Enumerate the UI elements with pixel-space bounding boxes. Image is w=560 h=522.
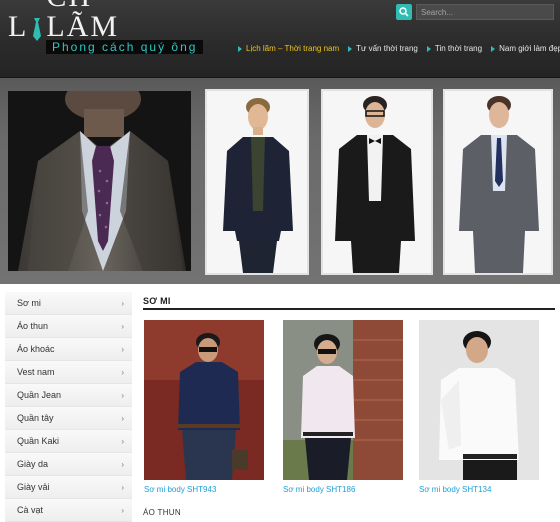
search-input[interactable] [416, 4, 554, 20]
banner-photo-model-navy-blazer[interactable] [205, 89, 309, 275]
sidebar-item-label: Vest nam [17, 367, 55, 377]
main-nav: Lịch lãm – Thời trang nam Tư vấn thời tr… [238, 44, 560, 53]
sidebar-item-ao-khoac[interactable]: Áo khoác › [5, 338, 132, 361]
site-logo[interactable]: L CH LÃM Phong cách quý ông [8, 0, 204, 57]
product-name-link[interactable]: Sơ mi body SHT186 [283, 485, 403, 494]
sidebar-item-label: Giày da [17, 459, 49, 469]
sidebar-item-label: Cà vạt [17, 505, 44, 515]
product-name-link[interactable]: Sơ mi body SHT134 [419, 485, 539, 494]
sidebar-item-label: Quần tây [17, 413, 54, 423]
chevron-right-icon: › [121, 390, 124, 400]
sidebar-item-label: Áo thun [17, 321, 49, 331]
sidebar-item-label: Quần Kaki [17, 436, 60, 446]
bullet-arrow-icon [348, 45, 353, 52]
bullet-arrow-icon [426, 45, 431, 52]
site-header: L CH LÃM Phong cách quý ông Lịch lãm – T… [0, 0, 560, 78]
product-image[interactable] [283, 320, 403, 480]
chevron-right-icon: › [121, 344, 124, 354]
product-card[interactable]: Sơ mi body SHT943 [144, 320, 264, 494]
logo-tagline: Phong cách quý ông [46, 40, 204, 54]
sidebar-item-label: Giày vải [17, 482, 50, 492]
sidebar-item-ao-thun[interactable]: Áo thun › [5, 315, 132, 338]
category-sidebar: Sơ mi › Áo thun › Áo khoác › Vest nam › Quần… [5, 292, 132, 522]
sidebar-item-label: Quần Jean [17, 390, 62, 400]
section-divider [143, 308, 555, 310]
product-image[interactable] [144, 320, 264, 480]
chevron-right-icon: › [121, 298, 124, 308]
product-card[interactable]: Sơ mi body SHT186 [283, 320, 403, 494]
banner-photo-model-tuxedo[interactable] [321, 89, 433, 275]
hero-banner [0, 78, 560, 284]
bullet-arrow-icon [491, 45, 496, 52]
nav-item-label: Tư vấn thời trang [356, 44, 418, 53]
search-box [396, 4, 554, 20]
nav-item-label: Lịch lãm – Thời trang nam [246, 44, 340, 53]
banner-photo-model-grey-suit[interactable] [443, 89, 553, 275]
product-image[interactable] [419, 320, 539, 480]
sidebar-item-giay-vai[interactable]: Giày vải › [5, 476, 132, 499]
chevron-right-icon: › [121, 367, 124, 377]
sidebar-item-so-mi[interactable]: Sơ mi › [5, 292, 132, 315]
nav-item-tu-van-thoi-trang[interactable]: Tư vấn thời trang [348, 44, 418, 53]
sidebar-item-giay-da[interactable]: Giày da › [5, 453, 132, 476]
nav-item-tin-thoi-trang[interactable]: Tin thời trang [426, 44, 483, 53]
chevron-right-icon: › [121, 436, 124, 446]
chevron-right-icon: › [121, 505, 124, 515]
chevron-right-icon: › [121, 459, 124, 469]
next-section-title: ÁO THUN [143, 508, 181, 517]
nav-item-label: Nam giới làm đẹp [499, 44, 560, 53]
necktie-icon [29, 12, 45, 42]
section-title: SƠ MI [143, 296, 171, 306]
search-button[interactable] [396, 4, 412, 20]
product-name-link[interactable]: Sơ mi body SHT943 [144, 485, 264, 494]
logo-wordmark: L CH LÃM [8, 0, 174, 43]
banner-photo-suit-closeup[interactable] [8, 91, 191, 271]
product-card[interactable]: Sơ mi body SHT134 [419, 320, 539, 494]
sidebar-item-ca-vat[interactable]: Cà vạt › [5, 499, 132, 522]
bullet-arrow-icon [238, 45, 242, 52]
sidebar-item-label: Áo khoác [17, 344, 55, 354]
chevron-right-icon: › [121, 482, 124, 492]
sidebar-item-label: Sơ mi [17, 298, 41, 308]
sidebar-item-quan-tay[interactable]: Quần tây › [5, 407, 132, 430]
logo-letters-rest: CH LÃM [46, 0, 119, 43]
chevron-right-icon: › [121, 321, 124, 331]
main-content: Sơ mi › Áo thun › Áo khoác › Vest nam › Quần… [0, 292, 560, 522]
sidebar-item-quan-jean[interactable]: Quần Jean › [5, 384, 132, 407]
nav-item-lich-lam-thoi-trang-nam[interactable]: Lịch lãm – Thời trang nam [238, 44, 339, 53]
sidebar-item-quan-kaki[interactable]: Quần Kaki › [5, 430, 132, 453]
nav-item-label: Tin thời trang [434, 44, 483, 53]
search-icon [399, 7, 409, 17]
nav-item-nam-gioi-lam-dep[interactable]: Nam giới làm đẹp [491, 44, 560, 53]
logo-letter-l: L [8, 10, 29, 43]
sidebar-item-vest-nam[interactable]: Vest nam › [5, 361, 132, 384]
chevron-right-icon: › [121, 413, 124, 423]
